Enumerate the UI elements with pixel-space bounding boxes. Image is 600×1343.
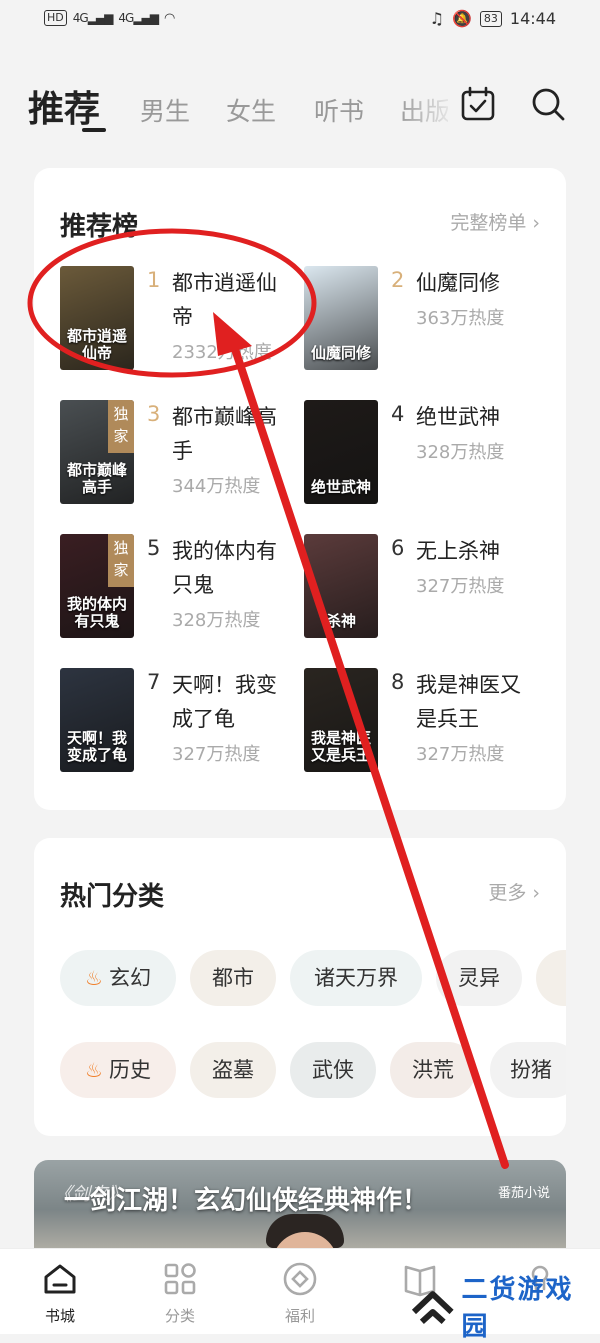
- more-categories-link[interactable]: 更多 ›: [488, 878, 540, 905]
- nav-welfare[interactable]: 福利: [260, 1259, 340, 1326]
- book-cover[interactable]: 独家我的体内有只鬼: [60, 534, 134, 638]
- fire-icon: ♨: [85, 966, 103, 990]
- exclusive-badge: 独家: [108, 400, 134, 453]
- hd-badge: HD: [44, 10, 67, 26]
- book-rank: 6: [391, 536, 404, 560]
- book-heat: 328万热度: [416, 438, 504, 464]
- nav-label-category: 分类: [140, 1305, 220, 1326]
- chip-honghuang[interactable]: 洪荒: [390, 1042, 476, 1098]
- ranking-book-item[interactable]: 我是神医又是兵王8我是神医又是兵王327万热度: [278, 668, 518, 778]
- ranking-title: 推荐榜: [60, 206, 138, 243]
- categories-card: 热门分类 更多 › ♨玄幻 都市 诸天万界 灵异 ♨历史 盗墓 武侠 洪荒 扮猪: [34, 838, 566, 1136]
- book-cover[interactable]: 绝世武神: [304, 400, 378, 504]
- status-bar: HD 4G▂▄▆ 4G▂▄▆ ◠ ♫ 🔕 83 14:44: [0, 0, 600, 40]
- chip-lingyi[interactable]: 灵异: [436, 950, 522, 1006]
- ranking-book-item[interactable]: 独家都市巅峰高手 3 都市巅峰高手 344万热度: [34, 400, 274, 510]
- book-cover[interactable]: 我是神医又是兵王: [304, 668, 378, 772]
- top-tabs: 推荐 男生 女生 听书 出版: [28, 80, 448, 140]
- banner-brand: 番茄小说: [498, 1182, 550, 1201]
- book-cover-title: 我是神医又是兵王: [304, 730, 378, 764]
- book-heat: 328万热度: [172, 606, 260, 632]
- nav-label-bookstore: 书城: [20, 1305, 100, 1326]
- nav-label-welfare: 福利: [260, 1305, 340, 1326]
- tab-female[interactable]: 女生: [226, 92, 276, 128]
- book-cover-title: 仙魔同修: [304, 345, 378, 362]
- book-cover-title: 绝世武神: [304, 479, 378, 496]
- book-title[interactable]: 绝世武神: [416, 400, 541, 434]
- book-heat: 327万热度: [172, 740, 260, 766]
- book-rank: 1: [147, 268, 160, 292]
- book-rank: 4: [391, 402, 404, 426]
- signal-2: 4G▂▄▆: [118, 11, 158, 25]
- book-cover-title: 天啊！我变成了龟: [60, 730, 134, 764]
- site-watermark: 二货游戏园: [410, 1282, 600, 1330]
- categories-title: 热门分类: [60, 876, 164, 913]
- signal-1: 4G▂▄▆: [73, 11, 113, 25]
- nav-category[interactable]: 分类: [140, 1259, 220, 1326]
- mute-bell-icon: 🔕: [452, 9, 472, 28]
- book-rank: 3: [147, 402, 160, 426]
- book-title[interactable]: 无上杀神: [416, 534, 541, 568]
- book-cover[interactable]: 独家都市巅峰高手: [60, 400, 134, 504]
- ranking-book-item[interactable]: 仙魔同修2仙魔同修363万热度: [278, 266, 518, 376]
- tab-male[interactable]: 男生: [140, 92, 190, 128]
- chip-zhutian[interactable]: 诸天万界: [290, 950, 422, 1006]
- status-time: 14:44: [510, 9, 556, 28]
- ranking-book-item[interactable]: 杀神6无上杀神327万热度: [278, 534, 518, 644]
- welfare-icon: [280, 1259, 320, 1299]
- book-cover-title: 都市巅峰高手: [60, 462, 134, 496]
- book-rank: 5: [147, 536, 160, 560]
- tab-recommend[interactable]: 推荐: [28, 80, 100, 132]
- chip-wuxia[interactable]: 武侠: [290, 1042, 376, 1098]
- book-cover[interactable]: 杀神: [304, 534, 378, 638]
- chip-xuanhuan[interactable]: ♨玄幻: [60, 950, 176, 1006]
- book-title[interactable]: 仙魔同修: [416, 266, 541, 300]
- book-cover-title: 都市逍遥仙帝: [60, 328, 134, 362]
- bookstore-icon: [40, 1259, 80, 1299]
- category-grid-icon: [160, 1259, 200, 1299]
- book-heat: 2332万热度: [172, 338, 272, 364]
- chip-daomu[interactable]: 盗墓: [190, 1042, 276, 1098]
- headphones-icon: ♫: [430, 9, 444, 28]
- ranking-card: 推荐榜 完整榜单 › 都市逍遥仙帝1都市逍遥仙帝2332万热度仙魔同修2仙魔同修…: [34, 168, 566, 810]
- book-cover[interactable]: 天啊！我变成了龟: [60, 668, 134, 772]
- battery: 83: [480, 11, 502, 27]
- search-icon[interactable]: [530, 86, 566, 122]
- book-cover-title: 我的体内有只鬼: [60, 596, 134, 630]
- book-cover[interactable]: 都市逍遥仙帝: [60, 266, 134, 370]
- book-heat: 344万热度: [172, 472, 260, 498]
- full-ranking-link[interactable]: 完整榜单 ›: [450, 208, 540, 235]
- chip-dushi[interactable]: 都市: [190, 950, 276, 1006]
- book-rank: 2: [391, 268, 404, 292]
- fire-icon: ♨: [85, 1058, 103, 1082]
- book-rank: 7: [147, 670, 160, 694]
- nav-bookstore[interactable]: 书城: [20, 1259, 100, 1326]
- chip-partial[interactable]: [536, 950, 566, 1006]
- chip-lishi[interactable]: ♨历史: [60, 1042, 176, 1098]
- book-cover[interactable]: 仙魔同修: [304, 266, 378, 370]
- calendar-check-icon[interactable]: [460, 86, 496, 122]
- ranking-book-item[interactable]: 都市逍遥仙帝1都市逍遥仙帝2332万热度: [34, 266, 274, 376]
- book-heat: 363万热度: [416, 304, 504, 330]
- chip-banzhu[interactable]: 扮猪: [490, 1042, 566, 1098]
- book-heat: 327万热度: [416, 740, 504, 766]
- book-title[interactable]: 我是神医又是兵王: [416, 668, 541, 736]
- tab-audiobook[interactable]: 听书: [314, 92, 364, 128]
- watermark-logo-icon: [410, 1286, 456, 1326]
- banner-title: 一剑江湖！玄幻仙侠经典神作！: [64, 1180, 428, 1217]
- book-heat: 327万热度: [416, 572, 504, 598]
- wifi-icon: ◠: [164, 11, 175, 26]
- ranking-book-item[interactable]: 天啊！我变成了龟7天啊！我变成了龟327万热度: [34, 668, 274, 778]
- book-cover-title: 杀神: [304, 613, 378, 630]
- tab-indicator: [82, 128, 106, 132]
- book-rank: 8: [391, 670, 404, 694]
- watermark-text: 二货游戏园: [462, 1269, 600, 1343]
- ranking-book-item[interactable]: 绝世武神4绝世武神328万热度: [278, 400, 518, 510]
- exclusive-badge: 独家: [108, 534, 134, 587]
- ranking-book-item[interactable]: 独家我的体内有只鬼 5 我的体内有只鬼 328万热度: [34, 534, 274, 644]
